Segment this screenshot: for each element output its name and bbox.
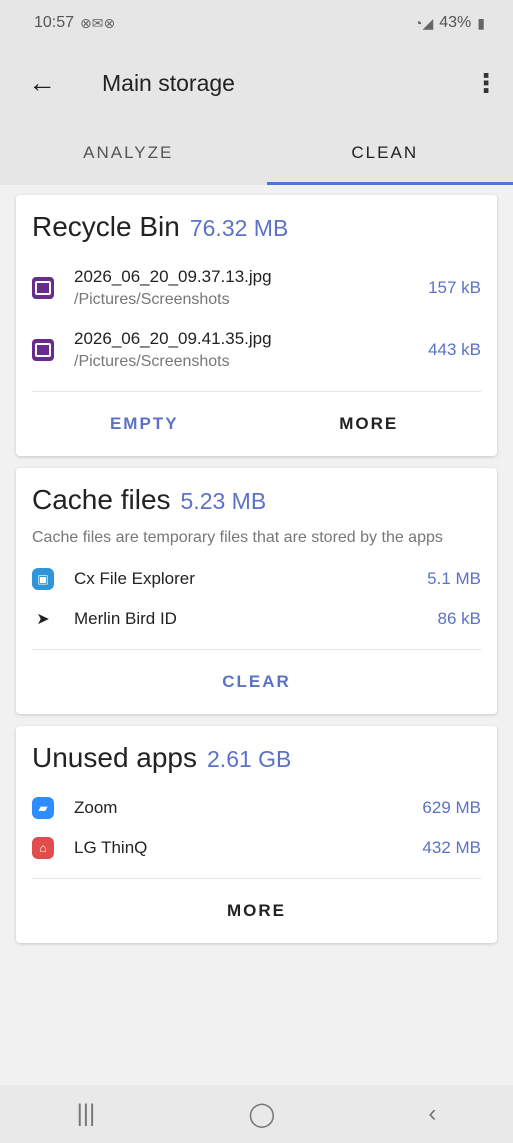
list-item[interactable]: ⌂ LG ThinQ 432 MB — [32, 828, 481, 868]
app-name: Zoom — [74, 798, 118, 817]
list-item[interactable]: ▰ Zoom 629 MB — [32, 788, 481, 828]
back-arrow-icon[interactable]: ← — [28, 67, 68, 99]
card-header: Unused apps 2.61 GB — [32, 742, 481, 774]
unused-apps-size: 2.61 GB — [207, 746, 292, 772]
empty-button[interactable]: EMPTY — [32, 392, 257, 456]
signal-icon: ◔◢ — [414, 14, 434, 31]
unused-apps-card: Unused apps 2.61 GB ▰ Zoom 629 MB ⌂ LG T… — [16, 726, 497, 943]
file-size: 443 kB — [428, 340, 481, 359]
app-name: LG ThinQ — [74, 838, 148, 857]
recycle-bin-card: Recycle Bin 76.32 MB 2026_06_20_09.37.13… — [16, 195, 497, 456]
cache-description: Cache files are temporary files that are… — [32, 529, 443, 546]
app-name: Cx File Explorer — [74, 569, 195, 588]
file-path: /Pictures/Screenshots — [74, 353, 230, 370]
recent-apps-icon[interactable]: ||| — [77, 1100, 96, 1128]
card-header: Cache files 5.23 MB — [32, 484, 481, 516]
cache-files-card: Cache files 5.23 MB Cache files are temp… — [16, 468, 497, 714]
tab-analyze[interactable]: ANALYZE — [0, 120, 257, 185]
overflow-menu-icon[interactable]: ⋮ — [473, 68, 499, 99]
card-actions: MORE — [32, 879, 481, 943]
list-item[interactable]: ▣ Cx File Explorer 5.1 MB — [32, 559, 481, 599]
app-name: Merlin Bird ID — [74, 609, 177, 628]
zoom-icon: ▰ — [32, 797, 54, 819]
file-name: 2026_06_20_09.37.13.jpg — [74, 267, 272, 286]
status-time: 10:57 — [34, 14, 75, 31]
list-item[interactable]: 2026_06_20_09.41.35.jpg /Pictures/Screen… — [32, 319, 481, 381]
status-bar: 10:57 ⊗✉⊗ ◔◢ 43% ▮ — [0, 0, 513, 46]
cache-files-title: Cache files — [32, 484, 171, 515]
clear-button[interactable]: CLEAR — [32, 650, 481, 714]
merlin-bird-icon: ➤ — [32, 608, 54, 630]
battery-icon: ▮ — [477, 14, 485, 31]
status-left: 10:57 ⊗✉⊗ — [34, 14, 115, 32]
battery-percent: 43% — [439, 14, 472, 31]
cache-files-size: 5.23 MB — [180, 488, 267, 514]
clean-content: Recycle Bin 76.32 MB 2026_06_20_09.37.13… — [0, 185, 513, 943]
card-header: Recycle Bin 76.32 MB — [32, 211, 481, 243]
file-info: 2026_06_20_09.41.35.jpg /Pictures/Screen… — [74, 329, 428, 371]
card-actions: CLEAR — [32, 650, 481, 714]
file-name: 2026_06_20_09.41.35.jpg — [74, 329, 272, 348]
page-title: Main storage — [102, 69, 235, 96]
app-bar: ← Main storage ⋮ — [0, 46, 513, 120]
image-file-icon — [32, 339, 54, 361]
home-icon[interactable]: ◯ — [248, 1100, 275, 1129]
image-file-icon — [32, 277, 54, 299]
card-actions: EMPTY MORE — [32, 392, 481, 456]
tab-clean[interactable]: CLEAN — [257, 120, 513, 185]
lg-thinq-icon: ⌂ — [32, 837, 54, 859]
recycle-bin-title: Recycle Bin — [32, 211, 180, 242]
more-button[interactable]: MORE — [32, 879, 481, 943]
unused-apps-title: Unused apps — [32, 742, 198, 773]
file-info: 2026_06_20_09.37.13.jpg /Pictures/Screen… — [74, 267, 428, 309]
app-size: 86 kB — [437, 609, 481, 628]
app-size: 432 MB — [422, 838, 481, 857]
file-path: /Pictures/Screenshots — [74, 291, 230, 308]
tab-bar: ANALYZE CLEAN — [0, 120, 513, 185]
list-item[interactable]: 2026_06_20_09.37.13.jpg /Pictures/Screen… — [32, 257, 481, 319]
system-navigation-bar: ||| ◯ ‹ — [0, 1085, 513, 1143]
app-size: 629 MB — [422, 798, 481, 817]
app-size: 5.1 MB — [427, 569, 481, 588]
more-button[interactable]: MORE — [257, 392, 482, 456]
file-size: 157 kB — [428, 278, 481, 297]
list-item[interactable]: ➤ Merlin Bird ID 86 kB — [32, 599, 481, 639]
cx-file-explorer-icon: ▣ — [32, 568, 54, 590]
status-notification-icons: ⊗✉⊗ — [80, 14, 116, 31]
status-right: ◔◢ 43% ▮ — [414, 14, 485, 32]
recycle-bin-size: 76.32 MB — [189, 215, 289, 241]
back-icon[interactable]: ‹ — [428, 1100, 436, 1128]
